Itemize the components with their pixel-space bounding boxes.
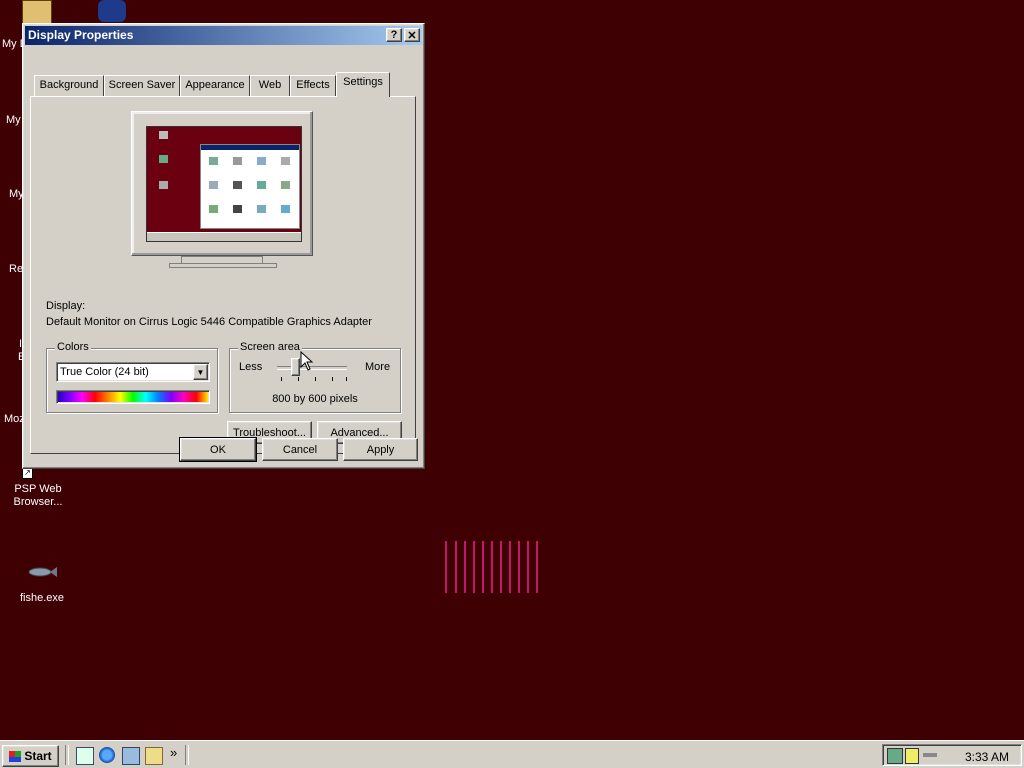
colors-select[interactable]: True Color (24 bit) ▼ bbox=[56, 362, 210, 382]
tab-appearance[interactable]: Appearance bbox=[180, 75, 250, 96]
network-icon bbox=[159, 155, 168, 163]
show-desktop-icon[interactable] bbox=[76, 747, 94, 765]
resolution-text: 800 by 600 pixels bbox=[272, 393, 358, 405]
shortcut-icon: ↗ bbox=[22, 468, 33, 479]
ok-button[interactable]: OK bbox=[179, 437, 257, 462]
tab-screen-saver[interactable]: Screen Saver bbox=[104, 75, 180, 96]
my-computer-icon bbox=[159, 131, 168, 139]
mouse-cursor-icon bbox=[300, 351, 314, 371]
start-label: Start bbox=[24, 749, 52, 763]
scheduler-tray-icon[interactable] bbox=[905, 748, 919, 764]
monitor-preview bbox=[131, 111, 313, 256]
recycle-bin-icon bbox=[159, 181, 168, 189]
cancel-button[interactable]: Cancel bbox=[262, 438, 338, 461]
screen-area-group: Screen area Less More 800 by 600 pixels bbox=[229, 341, 401, 413]
fish-icon bbox=[28, 567, 57, 577]
chevron-down-icon[interactable]: ▼ bbox=[193, 364, 208, 380]
psp-web-browser-shortcut[interactable]: ↗ PSP Web Browser... bbox=[8, 468, 68, 509]
display-value: Default Monitor on Cirrus Logic 5446 Com… bbox=[46, 316, 372, 328]
colors-group-title: Colors bbox=[55, 341, 91, 353]
tab-effects[interactable]: Effects bbox=[290, 75, 336, 96]
desktop-icon-label: PSP Web Browser... bbox=[13, 483, 63, 508]
fishe-exe-icon[interactable]: fishe.exe bbox=[12, 564, 72, 605]
start-button[interactable]: Start bbox=[2, 745, 59, 767]
system-tray: 3:33 AM bbox=[882, 744, 1022, 766]
monitor-base bbox=[169, 263, 277, 268]
outlook-icon[interactable] bbox=[122, 747, 140, 765]
windows-logo-icon bbox=[9, 750, 22, 762]
tab-background[interactable]: Background bbox=[34, 75, 104, 96]
channels-icon[interactable] bbox=[145, 747, 163, 765]
network-tray-icon[interactable] bbox=[887, 748, 903, 764]
quick-launch-overflow[interactable]: » bbox=[170, 745, 177, 760]
monitor-screen bbox=[146, 126, 302, 242]
colors-group: Colors True Color (24 bit) ▼ bbox=[46, 341, 218, 413]
clock[interactable]: 3:33 AM bbox=[965, 750, 1009, 764]
desktop-icon-label-partial[interactable]: My bbox=[6, 114, 21, 126]
help-button[interactable]: ? bbox=[386, 28, 402, 42]
my-documents-icon[interactable] bbox=[22, 0, 52, 24]
display-label: Display: bbox=[46, 300, 86, 312]
tab-web[interactable]: Web bbox=[250, 75, 290, 96]
screen-area-slider-thumb[interactable] bbox=[290, 358, 300, 376]
color-spectrum-bar bbox=[56, 390, 210, 404]
taskbar: Start » 3:33 AM bbox=[0, 740, 1024, 768]
desktop-graphic-stripes bbox=[445, 541, 541, 593]
close-button[interactable]: ✕ bbox=[404, 28, 420, 42]
dialog-title: Display Properties bbox=[28, 28, 134, 42]
skull-icon[interactable] bbox=[98, 0, 126, 22]
desktop-icon-label-partial[interactable]: Re bbox=[9, 263, 23, 275]
volume-tray-icon[interactable] bbox=[923, 753, 937, 757]
colors-select-value: True Color (24 bit) bbox=[60, 366, 149, 378]
settings-panel: Display: Default Monitor on Cirrus Logic… bbox=[30, 96, 416, 454]
ie-icon[interactable] bbox=[99, 747, 115, 763]
screen-area-group-title: Screen area bbox=[238, 341, 302, 353]
mini-window bbox=[200, 144, 300, 229]
tab-settings[interactable]: Settings bbox=[336, 72, 390, 97]
more-label: More bbox=[365, 361, 391, 373]
title-bar[interactable]: Display Properties ? ✕ bbox=[25, 26, 422, 45]
display-properties-dialog: Display Properties ? ✕ Background Screen… bbox=[22, 23, 425, 469]
less-label: Less bbox=[239, 361, 263, 373]
apply-button[interactable]: Apply bbox=[343, 438, 418, 461]
